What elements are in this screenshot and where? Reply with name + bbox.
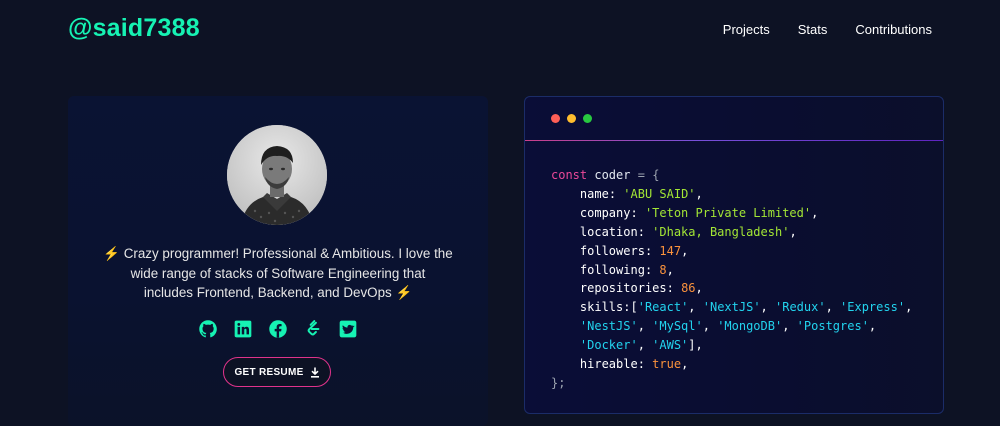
- code-key: name: [579, 186, 609, 201]
- code-window: const coder = { name: 'ABU SAID', compan…: [524, 96, 944, 414]
- twitter-icon[interactable]: [338, 319, 358, 339]
- bolt-icon: ⚡: [395, 285, 413, 300]
- skill-item: 'MySql': [652, 319, 703, 334]
- code-variable: coder: [594, 168, 631, 182]
- skill-item: 'Docker': [579, 338, 638, 353]
- code-keyword: const: [551, 168, 588, 182]
- linkedin-icon[interactable]: [233, 319, 253, 339]
- nav-projects[interactable]: Projects: [723, 22, 770, 37]
- code-key: followers: [579, 243, 645, 258]
- resume-label: GET RESUME: [234, 366, 304, 378]
- avatar-photo: [227, 125, 327, 225]
- code-key: location: [579, 224, 638, 239]
- bio-line-2: wide range of stacks of Software Enginee…: [130, 265, 426, 281]
- profile-card: ⚡ Crazy programmer! Professional & Ambit…: [68, 96, 488, 426]
- code-number: 147: [659, 243, 682, 258]
- download-icon: [310, 367, 319, 378]
- code-string: 'Dhaka, Bangladesh': [652, 224, 790, 239]
- bio-line-3: includes Frontend, Backend, and DevOps: [143, 285, 392, 300]
- minimize-dot-icon[interactable]: [567, 114, 576, 123]
- code-key: skills: [579, 300, 624, 315]
- skill-item: 'NextJS': [702, 300, 761, 315]
- skill-item: 'Express': [840, 300, 906, 315]
- skill-item: 'AWS': [652, 338, 689, 353]
- code-number: 8: [659, 262, 667, 277]
- close-dot-icon[interactable]: [551, 114, 560, 123]
- skill-item: 'MongoDB': [717, 319, 783, 334]
- skill-item: 'Redux': [775, 300, 826, 315]
- nav-stats[interactable]: Stats: [798, 22, 828, 37]
- code-key: company: [579, 205, 631, 220]
- avatar: [227, 125, 327, 225]
- window-controls: [551, 114, 592, 123]
- get-resume-button[interactable]: GET RESUME: [223, 357, 331, 387]
- skill-item: 'NestJS': [579, 319, 638, 334]
- code-string: 'ABU SAID': [623, 186, 696, 201]
- code-key: hireable: [579, 357, 638, 372]
- code-boolean: true: [652, 357, 682, 372]
- code-number: 86: [681, 281, 696, 296]
- code-window-titlebar: [525, 97, 943, 141]
- nav-contributions[interactable]: Contributions: [855, 22, 932, 37]
- code-key: following: [579, 262, 645, 277]
- github-icon[interactable]: [198, 319, 218, 339]
- code-key: repositories: [579, 281, 667, 296]
- social-links: [198, 319, 358, 339]
- bolt-icon: ⚡: [103, 246, 120, 261]
- bio-text: ⚡ Crazy programmer! Professional & Ambit…: [98, 244, 458, 303]
- maximize-dot-icon[interactable]: [583, 114, 592, 123]
- skill-item: 'React': [637, 300, 689, 315]
- bio-line-1: Crazy programmer! Professional & Ambitio…: [123, 246, 453, 261]
- site-logo[interactable]: @said7388: [68, 14, 200, 43]
- leetcode-icon[interactable]: [303, 319, 323, 339]
- code-block: const coder = { name: 'ABU SAID', compan…: [551, 168, 913, 390]
- facebook-icon[interactable]: [268, 319, 288, 339]
- main-nav: Projects Stats Contributions: [723, 22, 932, 37]
- code-string: 'Teton Private Limited': [644, 205, 812, 220]
- skill-item: 'Postgres': [796, 319, 869, 334]
